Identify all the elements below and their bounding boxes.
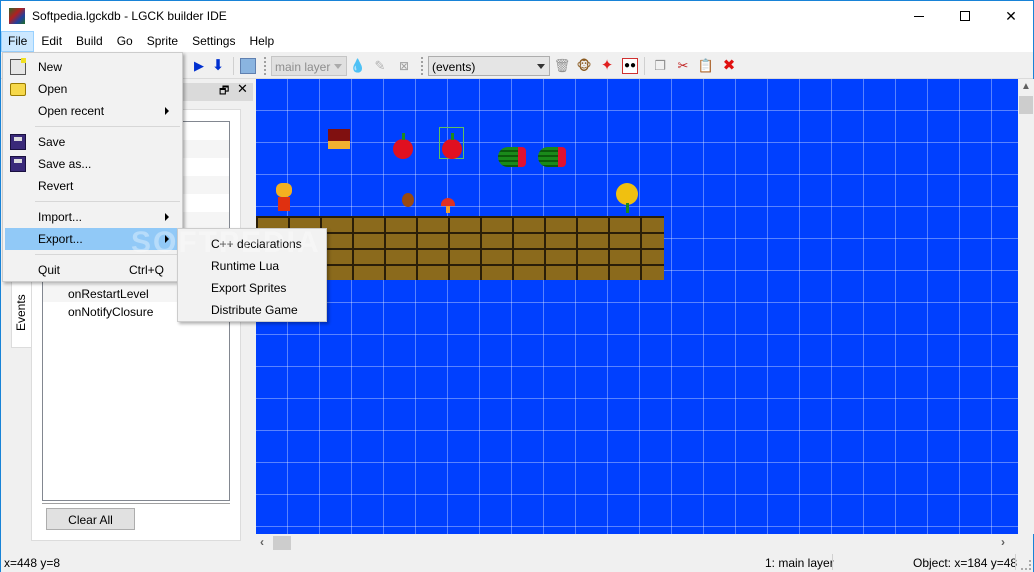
scroll-up-icon[interactable]: ▲: [1021, 81, 1031, 92]
save-icon: [10, 134, 26, 150]
menu-help[interactable]: Help: [242, 31, 281, 52]
scroll-right-icon[interactable]: ›: [1001, 535, 1005, 549]
pin-icon[interactable]: ✎: [372, 58, 388, 74]
book-sprite[interactable]: [328, 129, 350, 149]
menu-build[interactable]: Build: [69, 31, 110, 52]
menu-separator: [35, 254, 180, 255]
folder-open-icon: [10, 83, 26, 96]
window-title: Softpedia.lgckdb - LGCK builder IDE: [32, 9, 227, 23]
menu-edit[interactable]: Edit: [34, 31, 69, 52]
menu-item-quit[interactable]: Quit Ctrl+Q: [5, 259, 180, 281]
paste-icon[interactable]: 📋: [698, 58, 714, 74]
menu-item-revert[interactable]: Revert: [5, 175, 180, 197]
menu-item-distribute-game[interactable]: Distribute Game: [180, 297, 324, 319]
menu-settings[interactable]: Settings: [185, 31, 242, 52]
app-window: Softpedia.lgckdb - LGCK builder IDE ✕ Fi…: [0, 0, 1034, 572]
apple-sprite[interactable]: [393, 133, 413, 159]
horizontal-scrollbar[interactable]: ‹ ›: [256, 534, 1018, 552]
menu-item-import[interactable]: Import...: [5, 206, 180, 228]
trash-icon[interactable]: 🗑: [554, 58, 571, 74]
cursor-coordinates: x=448 y=8: [4, 556, 61, 570]
mushroom-sprite[interactable]: [441, 198, 455, 213]
footprints-icon[interactable]: ●●: [622, 58, 638, 74]
new-file-icon: [10, 58, 26, 75]
star-icon[interactable]: ✦: [599, 58, 615, 74]
app-icon: [9, 8, 25, 24]
watermelon-sprite[interactable]: [538, 147, 566, 167]
arrow-down-icon[interactable]: ⬇: [210, 58, 226, 74]
close-button[interactable]: ✕: [988, 1, 1034, 31]
coin-sprite[interactable]: [402, 193, 414, 207]
watermelon-sprite[interactable]: [498, 147, 526, 167]
cut-icon[interactable]: ✂: [675, 58, 691, 74]
export-submenu: C++ declarations Runtime Lua Export Spri…: [177, 228, 327, 322]
current-layer: 1: main layer: [765, 556, 834, 570]
menu-sprite[interactable]: Sprite: [140, 31, 185, 52]
status-bar: x=448 y=8 1: main layer Object: x=184 y=…: [1, 552, 1033, 572]
menu-separator: [35, 126, 180, 127]
menu-item-runtime-lua[interactable]: Runtime Lua: [180, 253, 324, 275]
toolbar-grip[interactable]: [264, 57, 267, 75]
maximize-icon: [960, 11, 970, 21]
clear-all-button[interactable]: Clear All: [46, 508, 135, 530]
shortcut-label: Ctrl+Q: [129, 263, 165, 277]
apple-sprite-selected[interactable]: [442, 133, 462, 159]
chevron-down-icon: [537, 64, 545, 69]
menu-item-open-recent[interactable]: Open recent: [5, 100, 180, 122]
resize-grip[interactable]: [1021, 560, 1031, 570]
menu-item-new[interactable]: New: [5, 56, 180, 78]
title-bar: Softpedia.lgckdb - LGCK builder IDE ✕: [1, 1, 1033, 31]
water-drop-icon[interactable]: 💧: [350, 58, 366, 74]
menu-file[interactable]: File: [1, 31, 35, 52]
menu-separator: [35, 201, 180, 202]
save-as-icon: [10, 156, 26, 172]
scroll-left-icon[interactable]: ‹: [260, 535, 264, 549]
divider: [42, 503, 230, 504]
layer-combo[interactable]: main layer: [271, 56, 347, 76]
submenu-arrow-icon: [165, 213, 169, 221]
copy-icon[interactable]: ❐: [652, 58, 668, 74]
menu-item-export[interactable]: Export...: [5, 228, 180, 250]
sprite-editor-icon[interactable]: [240, 58, 256, 74]
submenu-arrow-icon: [165, 107, 169, 115]
submenu-arrow-icon: [165, 235, 169, 243]
toolbar-separator: [233, 57, 234, 75]
toolbar-separator: [644, 57, 645, 75]
menu-item-cpp-declarations[interactable]: C++ declarations: [180, 231, 324, 253]
dock-close-icon[interactable]: ✕: [237, 81, 248, 97]
file-menu: New Open Open recent Save Save as... Rev…: [2, 52, 183, 282]
menu-item-save-as[interactable]: Save as...: [5, 153, 180, 175]
play-icon[interactable]: ▶: [191, 58, 207, 74]
menu-item-open[interactable]: Open: [5, 78, 180, 100]
scroll-thumb[interactable]: [1019, 96, 1033, 114]
minimize-icon: [914, 15, 924, 17]
events-combo[interactable]: (events): [428, 56, 550, 76]
object-position: Object: x=184 y=48: [913, 556, 1018, 570]
menu-item-save[interactable]: Save: [5, 131, 180, 153]
minimize-button[interactable]: [896, 1, 942, 31]
vertical-scrollbar[interactable]: ▲: [1018, 79, 1034, 534]
chevron-down-icon: [334, 64, 342, 69]
toolbar-grip[interactable]: [421, 57, 424, 75]
menu-item-export-sprites[interactable]: Export Sprites: [180, 275, 324, 297]
flower-sprite[interactable]: [616, 183, 640, 213]
maximize-button[interactable]: [942, 1, 988, 31]
dock-float-icon[interactable]: 🗗: [219, 82, 229, 101]
tab-events[interactable]: Events: [11, 280, 32, 348]
monkey-icon[interactable]: 🐵: [576, 58, 592, 74]
menu-go[interactable]: Go: [110, 31, 140, 52]
close-icon: ✕: [1005, 7, 1017, 24]
delete-icon[interactable]: ✖: [721, 58, 737, 74]
player-sprite[interactable]: [274, 183, 294, 213]
scroll-thumb[interactable]: [273, 536, 291, 550]
level-canvas[interactable]: [256, 79, 1018, 534]
menu-bar: File Edit Build Go Sprite Settings Help: [1, 31, 1033, 52]
delete-box-icon[interactable]: ⊠: [396, 58, 412, 74]
